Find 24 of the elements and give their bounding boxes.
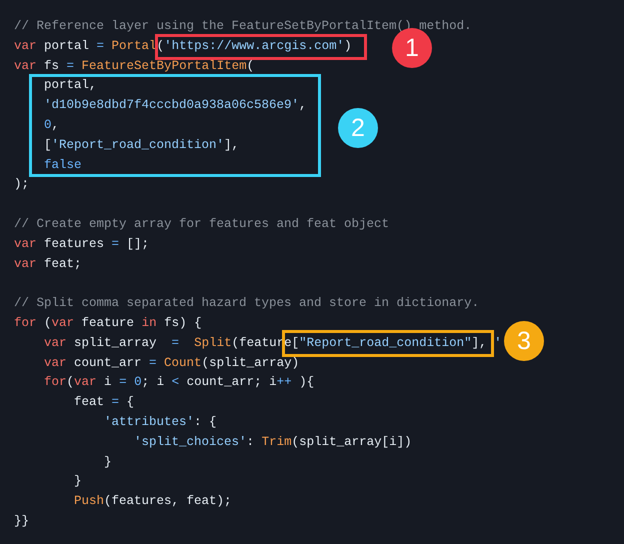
- code-line: var feat;: [14, 256, 82, 273]
- code-line: Push(features, feat);: [73, 493, 232, 510]
- code-line: }: [103, 454, 112, 471]
- code-line: false: [43, 156, 82, 174]
- code-line: // Split comma separated hazard types and store in dictionary.: [14, 295, 480, 312]
- code-line: feat = {: [73, 394, 134, 412]
- code-line: 'attributes': {: [103, 414, 217, 431]
- code-line: var portal = Portal('https://www.arcgis.com'): [14, 38, 352, 55]
- code-line: portal,: [43, 77, 97, 94]
- code-line: for (var feature in fs) {: [14, 314, 202, 332]
- code-line: var fs = FeatureSetByPortalItem(: [14, 58, 254, 75]
- code-line: ['Report_road_condition'],: [43, 136, 240, 154]
- code-line: }}: [14, 512, 30, 530]
- code-line: }: [73, 473, 82, 490]
- code-line: );: [14, 176, 30, 194]
- code-line: 'split_choices': Trim(split_array[i]): [133, 434, 412, 451]
- number-badge: 2: [338, 108, 378, 148]
- number-badge: 3: [504, 321, 544, 361]
- code-line: var count_arr = Count(split_array): [43, 354, 300, 372]
- code-line: for(var i = 0; i < count_arr; i++ ){: [43, 374, 314, 392]
- code-line: // Create empty array for features and feat object: [14, 216, 390, 233]
- code-line: 'd10b9e8dbd7f4cccbd0a938a06c586e9',: [43, 97, 307, 114]
- code-line: 0,: [43, 116, 60, 134]
- code-line: var features = [];: [14, 236, 150, 253]
